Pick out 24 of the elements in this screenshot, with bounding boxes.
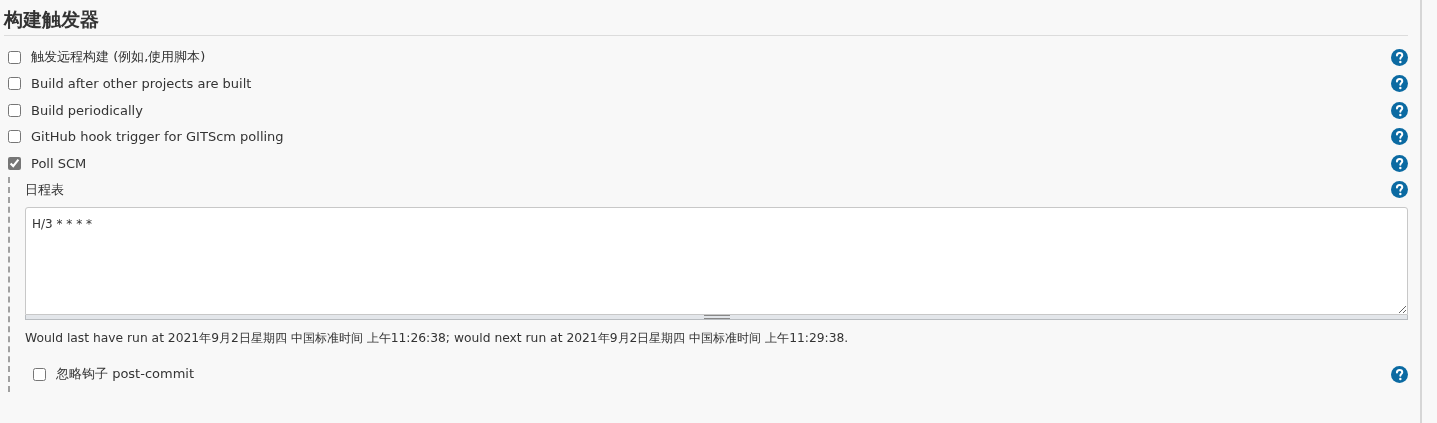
checkbox[interactable] [8, 156, 21, 170]
checkbox-label[interactable]: Build periodically [31, 102, 143, 118]
help-icon[interactable] [1391, 75, 1408, 93]
run-info: Would last have run at 2021年9月2日星期四 中国标准时间 上午11:26:38; would next run at 2021年9月2日星期四 中国标准时间 上午11:29:38. [25, 330, 850, 347]
help-icon[interactable] [1391, 48, 1408, 66]
checkbox[interactable] [8, 50, 21, 64]
help-icon[interactable] [1391, 154, 1408, 172]
checkbox-label[interactable]: Poll SCM [31, 155, 87, 171]
help-icon[interactable] [1391, 365, 1408, 383]
help-icon[interactable] [1391, 128, 1408, 146]
checkbox-label[interactable]: 忽略钩子 post-commit [56, 365, 195, 384]
checkbox[interactable] [8, 130, 21, 144]
section-title: 构建触发器 [4, 7, 100, 32]
schedule-field[interactable]: H/3 * * * * [25, 207, 1408, 315]
help-icon[interactable] [1391, 101, 1408, 119]
checkbox-label[interactable]: GitHub hook trigger for GITScm polling [31, 129, 284, 145]
checkbox[interactable] [33, 367, 46, 381]
field-label: 日程表 [25, 180, 64, 199]
checkbox-label[interactable]: 触发远程构建 (例如,使用脚本) [31, 48, 206, 67]
checkbox-label[interactable]: Build after other projects are built [31, 76, 252, 92]
resize-handle[interactable] [25, 315, 1408, 320]
help-icon[interactable] [1391, 181, 1408, 199]
checkbox[interactable] [8, 77, 21, 91]
checkbox[interactable] [8, 103, 21, 117]
